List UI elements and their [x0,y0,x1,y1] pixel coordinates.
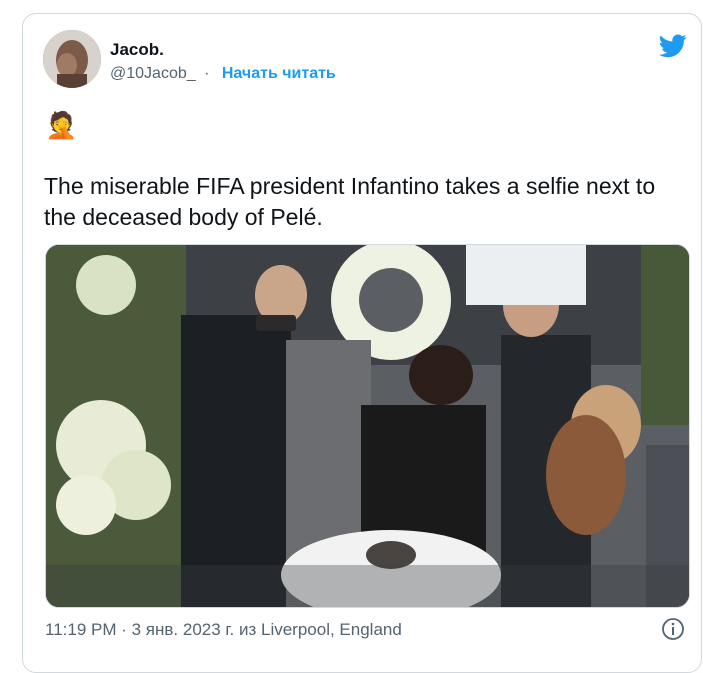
author-display-name[interactable]: Jacob. [110,40,164,60]
author-handle-row: @10Jacob_ · Начать читать [110,65,336,83]
twitter-bird-icon[interactable] [659,34,687,58]
author-avatar[interactable] [43,30,101,88]
tweet-photo[interactable] [45,244,690,608]
tweet-timestamp[interactable]: 11:19 PM · 3 янв. 2023 г. из Liverpool, … [45,620,402,640]
tweet-card: Jacob. @10Jacob_ · Начать читать 🤦 The m… [22,13,702,673]
facepalm-emoji: 🤦 [45,110,78,140]
handle-separator: · [204,65,210,82]
author-handle[interactable]: @10Jacob_ [110,65,196,82]
info-icon[interactable] [661,617,685,641]
follow-button[interactable]: Начать читать [222,65,336,82]
tweet-text: The miserable FIFA president Infantino t… [44,173,656,230]
